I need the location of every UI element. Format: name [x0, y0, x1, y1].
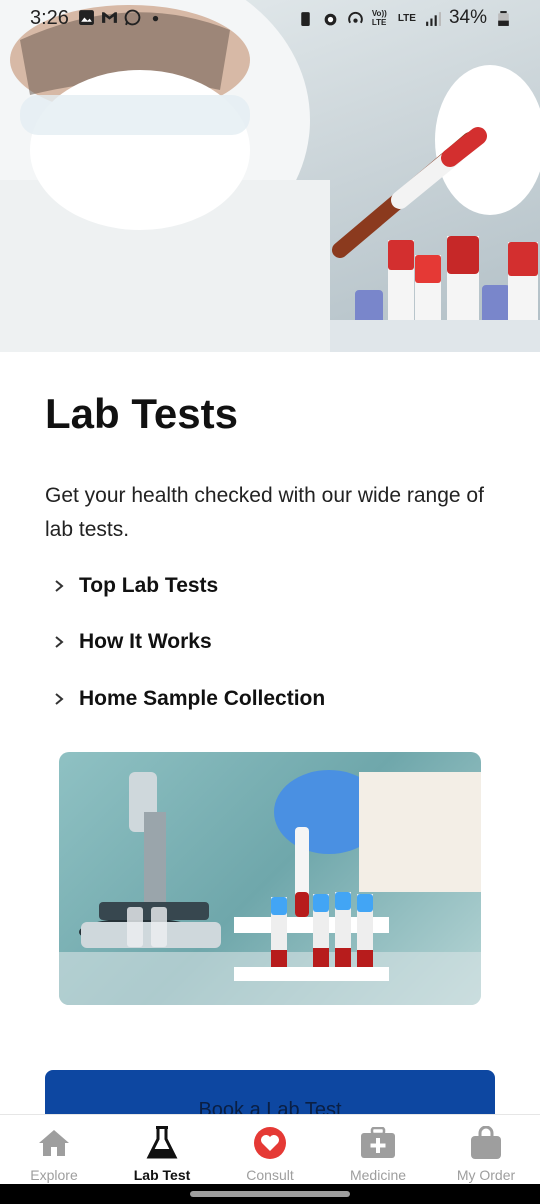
hotspot-icon	[347, 11, 363, 23]
home-icon	[36, 1125, 72, 1161]
chevron-right-icon	[49, 632, 69, 652]
gmail-icon	[102, 12, 117, 23]
nav-item-consult[interactable]: Consult	[216, 1115, 324, 1184]
lab-photo	[59, 752, 481, 1005]
status-bar: 3:26 Vo)) LTE LTE 34%	[0, 0, 540, 36]
gesture-bar	[0, 1184, 540, 1204]
nav-item-explore[interactable]: Explore	[0, 1115, 108, 1184]
battery-percentage: 34%	[448, 7, 487, 28]
accordion-top-lab-tests[interactable]: Top Lab Tests	[45, 566, 505, 606]
accordion-home-sample-collection[interactable]: Home Sample Collection	[45, 679, 505, 719]
system-icons: Vo)) LTE LTE 34%	[297, 7, 512, 29]
lte-label: LTE	[397, 12, 416, 24]
whatsapp-icon	[124, 9, 141, 26]
medical-kit-icon	[360, 1125, 396, 1161]
battery-saver-icon	[301, 11, 310, 26]
nav-label: Explore	[30, 1167, 78, 1183]
accordion-label: Home Sample Collection	[79, 687, 326, 710]
nav-label: My Order	[456, 1167, 516, 1183]
dot-icon	[152, 15, 159, 22]
notification-icons	[78, 9, 164, 26]
nav-label: Consult	[246, 1167, 294, 1183]
nav-label: Lab Test	[133, 1167, 191, 1183]
status-time: 3:26	[30, 7, 69, 29]
alarm-icon	[324, 13, 337, 25]
nav-item-lab-test[interactable]: Lab Test	[108, 1115, 216, 1184]
home-gesture-handle[interactable]	[190, 1191, 350, 1197]
chevron-right-icon	[49, 576, 69, 596]
chevron-right-icon	[49, 689, 69, 709]
page-description: Get your health checked with our wide ra…	[45, 484, 484, 541]
nav-item-medicine[interactable]: Medicine	[324, 1115, 432, 1184]
gallery-icon	[79, 10, 94, 25]
signal-icon	[426, 11, 441, 26]
volte-label: Vo)) LTE	[371, 9, 387, 27]
hero-image	[0, 0, 540, 352]
accordion-label: How It Works	[79, 630, 212, 653]
accordion-label: Top Lab Tests	[79, 574, 219, 597]
nav-label: Medicine	[349, 1167, 407, 1183]
bottom-nav: Explore Lab Test Consult Medicine My Ord…	[0, 1114, 540, 1184]
shopping-bag-icon	[468, 1125, 504, 1161]
flask-icon	[144, 1125, 180, 1161]
accordion-how-it-works[interactable]: How It Works	[45, 622, 505, 662]
nav-item-my-order[interactable]: My Order	[432, 1115, 540, 1184]
page-title: Lab Tests	[45, 390, 238, 437]
heart-icon	[252, 1125, 288, 1161]
battery-icon	[498, 10, 509, 26]
